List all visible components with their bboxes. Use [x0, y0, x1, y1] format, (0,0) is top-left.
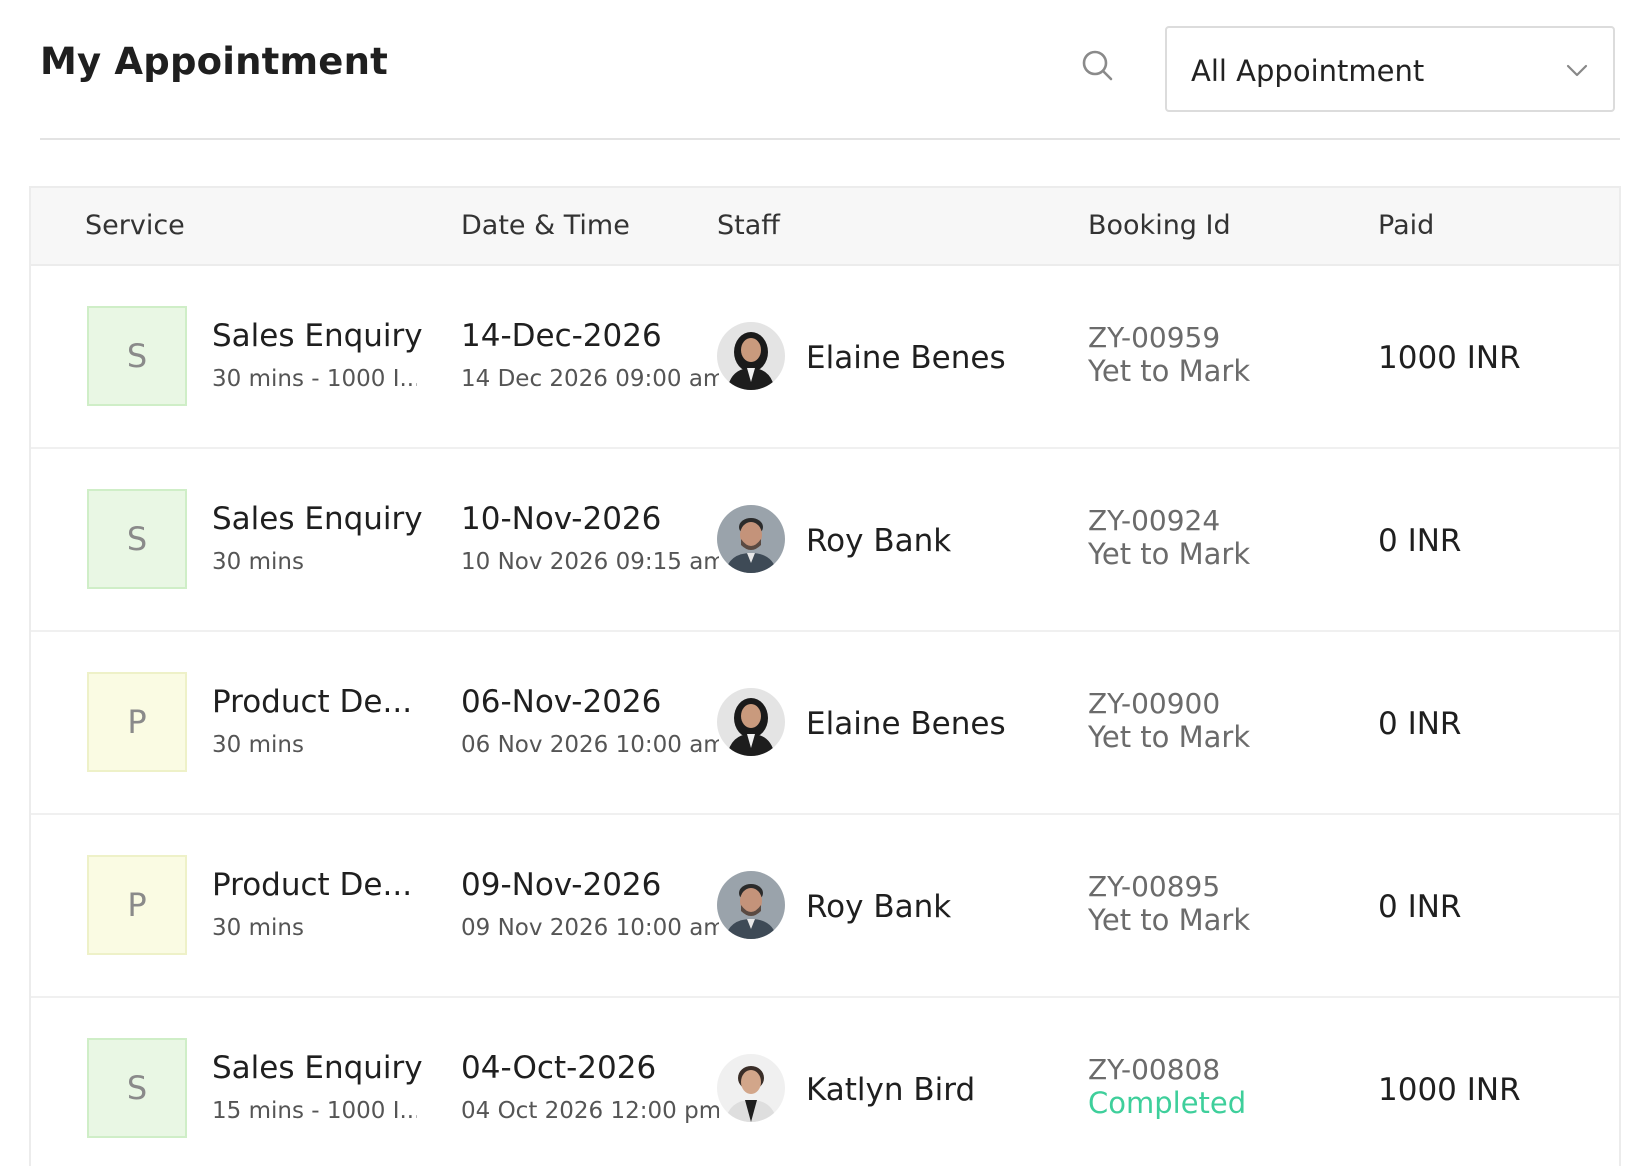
appointment-datetime: 04 Oct 2026 12:00 pm	[461, 1098, 719, 1124]
service-detail: 15 mins - 1000 I...	[212, 1098, 417, 1124]
booking-id: ZY-00808	[1088, 1053, 1221, 1086]
service-name: Sales Enquiry	[212, 501, 423, 537]
appointment-datetime: 06 Nov 2026 10:00 am	[461, 732, 719, 758]
service-detail: 30 mins - 1000 I...	[212, 366, 417, 392]
booking-id: ZY-00924	[1088, 504, 1221, 537]
table-header: Service Date & Time Staff Booking Id Pai…	[31, 188, 1619, 266]
staff-avatar	[717, 871, 785, 939]
booking-status: Completed	[1088, 1086, 1247, 1120]
paid-amount: 0 INR	[1378, 706, 1462, 742]
service-detail: 30 mins	[212, 549, 304, 575]
booking-status: Yet to Mark	[1088, 720, 1251, 754]
service-detail: 30 mins	[212, 732, 304, 758]
service-initial-badge: S	[87, 489, 187, 589]
staff-name: Katlyn Bird	[806, 1072, 976, 1108]
column-header-staff[interactable]: Staff	[717, 210, 780, 241]
service-name: Sales Enquiry	[212, 1050, 423, 1086]
column-header-service[interactable]: Service	[85, 210, 185, 241]
appointment-datetime: 09 Nov 2026 10:00 am	[461, 915, 719, 941]
service-name: Product De...	[212, 867, 413, 903]
staff-name: Roy Bank	[806, 889, 952, 925]
booking-id: ZY-00900	[1088, 687, 1221, 720]
service-initial-badge: S	[87, 1038, 187, 1138]
service-initial-badge: P	[87, 672, 187, 772]
appointment-date: 14-Dec-2026	[461, 318, 662, 354]
staff-avatar	[717, 505, 785, 573]
appointment-date: 06-Nov-2026	[461, 684, 662, 720]
table-row[interactable]: S Sales Enquiry 30 mins - 1000 I... 14-D…	[31, 266, 1619, 449]
column-header-paid[interactable]: Paid	[1378, 210, 1434, 241]
booking-status: Yet to Mark	[1088, 354, 1251, 388]
paid-amount: 1000 INR	[1378, 340, 1521, 376]
page-header: My Appointment All Appointment	[40, 0, 1620, 140]
column-header-booking-id[interactable]: Booking Id	[1088, 210, 1231, 241]
paid-amount: 0 INR	[1378, 523, 1462, 559]
staff-avatar	[717, 322, 785, 390]
table-row[interactable]: S Sales Enquiry 15 mins - 1000 I... 04-O…	[31, 998, 1619, 1166]
appointments-table: Service Date & Time Staff Booking Id Pai…	[29, 186, 1621, 1166]
appointment-datetime: 10 Nov 2026 09:15 am	[461, 549, 719, 575]
booking-id: ZY-00895	[1088, 870, 1221, 903]
staff-name: Elaine Benes	[806, 706, 1006, 742]
service-name: Product De...	[212, 684, 413, 720]
table-row[interactable]: S Sales Enquiry 30 mins 10-Nov-2026 10 N…	[31, 449, 1619, 632]
appointment-date: 04-Oct-2026	[461, 1050, 657, 1086]
service-initial-badge: S	[87, 306, 187, 406]
appointment-date: 09-Nov-2026	[461, 867, 662, 903]
appointment-datetime: 14 Dec 2026 09:00 am	[461, 366, 719, 392]
service-detail: 30 mins	[212, 915, 304, 941]
service-name: Sales Enquiry	[212, 318, 423, 354]
staff-name: Roy Bank	[806, 523, 952, 559]
staff-avatar	[717, 688, 785, 756]
booking-id: ZY-00959	[1088, 321, 1221, 354]
chevron-down-icon	[1566, 64, 1588, 77]
search-icon[interactable]	[1076, 44, 1120, 88]
appointment-date: 10-Nov-2026	[461, 501, 662, 537]
staff-name: Elaine Benes	[806, 340, 1006, 376]
search-button[interactable]	[1076, 44, 1120, 88]
column-header-date-time[interactable]: Date & Time	[461, 210, 630, 241]
filter-selected-value: All Appointment	[1191, 54, 1425, 88]
paid-amount: 0 INR	[1378, 889, 1462, 925]
booking-status: Yet to Mark	[1088, 537, 1251, 571]
page-title: My Appointment	[40, 40, 389, 83]
service-initial-badge: P	[87, 855, 187, 955]
staff-avatar	[717, 1054, 785, 1122]
table-row[interactable]: P Product De... 30 mins 06-Nov-2026 06 N…	[31, 632, 1619, 815]
paid-amount: 1000 INR	[1378, 1072, 1521, 1108]
booking-status: Yet to Mark	[1088, 903, 1251, 937]
table-row[interactable]: P Product De... 30 mins 09-Nov-2026 09 N…	[31, 815, 1619, 998]
appointment-filter-select[interactable]: All Appointment	[1165, 26, 1615, 112]
